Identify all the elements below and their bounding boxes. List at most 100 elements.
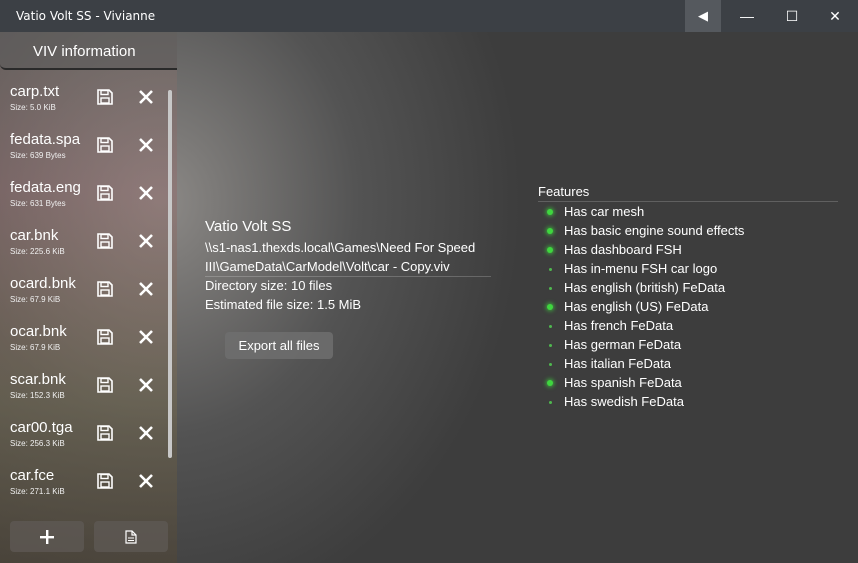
save-icon[interactable] (96, 328, 114, 346)
file-list-item[interactable]: car.fce Size: 271.1 KiB (0, 465, 170, 513)
delete-icon[interactable] (137, 136, 155, 154)
scrollbar[interactable] (168, 90, 172, 458)
save-icon[interactable] (96, 280, 114, 298)
feature-label: Has english (US) FeData (564, 299, 709, 314)
feature-on-indicator-icon (547, 304, 553, 310)
delete-icon[interactable] (137, 472, 155, 490)
feature-label: Has car mesh (564, 204, 645, 219)
file-size: Size: 256.3 KiB (10, 439, 65, 448)
save-icon[interactable] (96, 232, 114, 250)
document-button[interactable] (94, 521, 168, 552)
feature-off-indicator-icon (549, 344, 552, 347)
file-name: scar.bnk (10, 371, 66, 388)
viv-name: Vatio Volt SS (205, 218, 292, 235)
file-name: carp.txt (10, 83, 60, 100)
features-title: Features (538, 184, 590, 199)
feature-off-indicator-icon (549, 363, 552, 366)
feature-item: Has italian FeData (538, 355, 838, 374)
feature-item: Has swedish FeData (538, 393, 838, 412)
directory-size: Directory size: 10 files (205, 278, 333, 293)
delete-icon[interactable] (137, 328, 155, 346)
save-icon[interactable] (96, 184, 114, 202)
feature-item: Has car mesh (538, 203, 838, 222)
document-icon (125, 529, 137, 544)
feature-off-indicator-icon (549, 268, 552, 271)
feature-item: Has basic engine sound effects (538, 222, 838, 241)
save-icon[interactable] (96, 88, 114, 106)
file-list-item[interactable]: ocard.bnk Size: 67.9 KiB (0, 273, 170, 321)
file-size: Size: 67.9 KiB (10, 295, 61, 304)
save-icon[interactable] (96, 136, 114, 154)
feature-label: Has dashboard FSH (564, 242, 682, 257)
file-size: Size: 152.3 KiB (10, 391, 65, 400)
feature-label: Has in-menu FSH car logo (564, 261, 718, 276)
window-title: Vatio Volt SS - Vivianne (16, 9, 156, 23)
file-size: Size: 271.1 KiB (10, 487, 65, 496)
file-size: Size: 67.9 KiB (10, 343, 61, 352)
feature-item: Has german FeData (538, 336, 838, 355)
file-name: fedata.eng (10, 179, 81, 196)
feature-off-indicator-icon (549, 401, 552, 404)
viv-path-line-2: III\GameData\CarModel\Volt\car - Copy.vi… (205, 259, 450, 274)
file-name: car.bnk (10, 227, 59, 244)
delete-icon[interactable] (137, 424, 155, 442)
main-content: VIV information carp.txt Size: 5.0 KiB fed… (0, 32, 858, 563)
feature-label: Has swedish FeData (564, 394, 684, 409)
add-file-button[interactable] (10, 521, 84, 552)
path-divider (205, 276, 491, 277)
file-list-item[interactable]: ocar.bnk Size: 67.9 KiB (0, 321, 170, 369)
save-icon[interactable] (96, 472, 114, 490)
features-divider (538, 201, 838, 202)
file-list-item[interactable]: fedata.spa Size: 639 Bytes (0, 129, 170, 177)
file-list-item[interactable]: car.bnk Size: 225.6 KiB (0, 225, 170, 273)
feature-item: Has english (british) FeData (538, 279, 838, 298)
feature-off-indicator-icon (549, 287, 552, 290)
feature-on-indicator-icon (547, 228, 553, 234)
sidebar: VIV information carp.txt Size: 5.0 KiB fed… (0, 32, 177, 563)
viv-path-line-1: \\s1-nas1.thexds.local\Games\Need For Sp… (205, 240, 476, 255)
delete-icon[interactable] (137, 280, 155, 298)
back-arrow-icon: ◀ (698, 8, 708, 23)
close-icon: ✕ (829, 7, 841, 24)
export-all-files-button[interactable]: Export all files (225, 332, 333, 359)
delete-icon[interactable] (137, 376, 155, 394)
feature-label: Has spanish FeData (564, 375, 682, 390)
feature-on-indicator-icon (547, 380, 553, 386)
maximize-icon: ☐ (785, 7, 799, 24)
file-name: ocar.bnk (10, 323, 67, 340)
save-icon[interactable] (96, 376, 114, 394)
file-list-item[interactable]: scar.bnk Size: 152.3 KiB (0, 369, 170, 417)
file-list-item[interactable]: carp.txt Size: 5.0 KiB (0, 81, 170, 129)
delete-icon[interactable] (137, 184, 155, 202)
feature-label: Has french FeData (564, 318, 674, 333)
minimize-icon: — (740, 8, 754, 24)
file-name: car00.tga (10, 419, 73, 436)
plus-icon (40, 529, 54, 544)
file-list-item[interactable]: car00.tga Size: 256.3 KiB (0, 417, 170, 465)
file-list-item[interactable]: fedata.eng Size: 631 Bytes (0, 177, 170, 225)
delete-icon[interactable] (137, 88, 155, 106)
delete-icon[interactable] (137, 232, 155, 250)
feature-label: Has english (british) FeData (564, 280, 726, 295)
file-list: carp.txt Size: 5.0 KiB fedata.spa Size: 639… (0, 81, 170, 513)
file-size: Size: 5.0 KiB (10, 103, 56, 112)
feature-on-indicator-icon (547, 247, 553, 253)
feature-list: Has car mesh Has basic engine sound effec… (538, 203, 838, 412)
back-button[interactable]: ◀ (685, 0, 721, 32)
feature-on-indicator-icon (547, 209, 553, 215)
file-size: Size: 225.6 KiB (10, 247, 65, 256)
feature-item: Has in-menu FSH car logo (538, 260, 838, 279)
feature-label: Has basic engine sound effects (564, 223, 745, 238)
minimize-button[interactable]: — (724, 0, 770, 32)
feature-label: Has german FeData (564, 337, 682, 352)
save-icon[interactable] (96, 424, 114, 442)
title-bar: Vatio Volt SS - Vivianne ◀ — ☐ ✕ (0, 0, 858, 32)
feature-item: Has french FeData (538, 317, 838, 336)
sidebar-header[interactable]: VIV information (0, 32, 177, 70)
maximize-button[interactable]: ☐ (769, 0, 815, 32)
file-name: ocard.bnk (10, 275, 76, 292)
feature-item: Has english (US) FeData (538, 298, 838, 317)
file-size: Size: 639 Bytes (10, 151, 66, 160)
estimated-file-size: Estimated file size: 1.5 MiB (205, 297, 362, 312)
close-window-button[interactable]: ✕ (812, 0, 858, 32)
